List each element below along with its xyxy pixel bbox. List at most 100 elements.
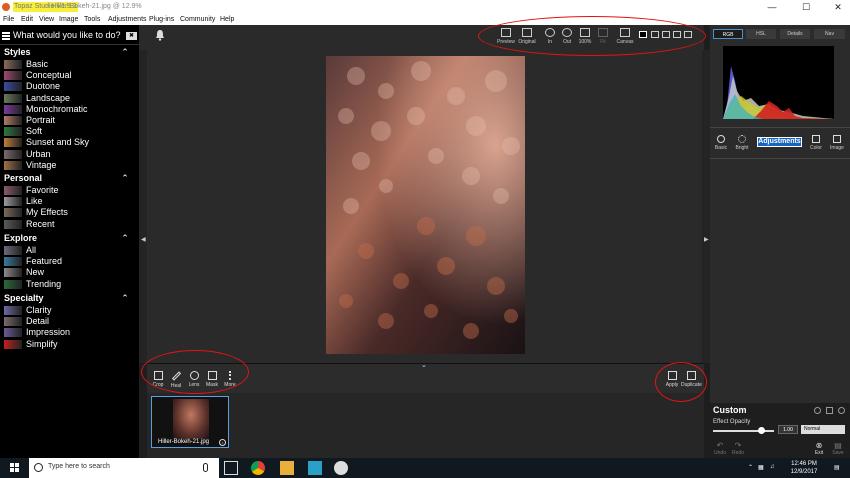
basic-tool-label: Basic — [714, 145, 728, 151]
notifications-icon[interactable]: ▤ — [834, 464, 840, 471]
file-explorer-icon[interactable] — [280, 461, 294, 475]
close-thumbnail-icon[interactable]: × — [219, 439, 226, 446]
sidebar-item-simplify[interactable]: Simplify — [4, 339, 134, 350]
sidebar-item-duotone[interactable]: Duotone — [4, 81, 134, 92]
menu-view[interactable]: View — [39, 14, 54, 25]
effect-thumbnail — [4, 93, 22, 103]
sidebar-item-soft[interactable]: Soft — [4, 126, 134, 137]
collapse-chevron-icon[interactable]: ⌃ — [120, 233, 130, 244]
effect-thumbnail — [4, 160, 22, 170]
chrome-icon[interactable] — [251, 461, 265, 475]
collapse-chevron-icon[interactable]: ⌃ — [120, 173, 130, 184]
sidebar-item-landscape[interactable]: Landscape — [4, 93, 134, 104]
sidebar-item-recent[interactable]: Recent — [4, 219, 134, 230]
effect-thumbnail — [4, 279, 22, 289]
effect-thumbnail — [4, 339, 22, 349]
sidebar-item-favorite[interactable]: Favorite — [4, 185, 134, 196]
opacity-value-field[interactable]: 1.00 — [778, 425, 798, 434]
redo-button[interactable]: ↷ Redo — [731, 441, 745, 456]
color-tool-button[interactable]: Color — [809, 135, 823, 155]
tab-rgb[interactable]: RGB — [713, 29, 743, 39]
sidebar-item-featured[interactable]: Featured — [4, 256, 134, 267]
minimize-button[interactable]: — — [762, 0, 782, 14]
taskbar-search-placeholder[interactable]: Type here to search — [48, 463, 110, 470]
filters-sidebar: What would you like to do? ✖ Styles ⌃ Basi… — [0, 25, 139, 458]
menu-plugins[interactable]: Plug-ins — [149, 14, 174, 25]
topaz-taskbar-icon[interactable] — [334, 461, 348, 475]
sidebar-item-new[interactable]: New — [4, 267, 134, 278]
menu-image[interactable]: Image — [59, 14, 78, 25]
taskbar-search-box[interactable]: Type here to search — [29, 458, 219, 478]
sidebar-item-urban[interactable]: Urban — [4, 149, 134, 160]
task-view-icon[interactable] — [224, 461, 238, 475]
save-button[interactable]: ▤ Save — [831, 441, 845, 456]
menu-tools[interactable]: Tools — [84, 14, 100, 25]
chevron-down-icon[interactable]: ⌄ — [421, 361, 427, 369]
sidebar-item-like[interactable]: Like — [4, 196, 134, 207]
image-tool-button[interactable]: Image — [829, 135, 845, 155]
adjustments-tool-button[interactable]: Adjustments — [757, 137, 802, 147]
search-icon[interactable] — [814, 407, 821, 414]
menu-community[interactable]: Community — [180, 14, 215, 25]
histogram-plot — [723, 66, 834, 119]
sidebar-item-detail[interactable]: Detail — [4, 316, 134, 327]
film-thumbnail[interactable]: Hiller-Bokeh-21.jpg × — [151, 396, 229, 448]
volume-icon[interactable]: ♫ — [770, 464, 775, 470]
sidebar-item-conceptual[interactable]: Conceptual — [4, 70, 134, 81]
sidebar-item-basic[interactable]: Basic — [4, 59, 134, 70]
bright-tool-button[interactable]: Bright — [735, 135, 749, 155]
tray-expand-icon[interactable]: ⌃ — [748, 464, 753, 471]
search-bar[interactable]: What would you like to do? ✖ — [0, 27, 139, 45]
menu-file[interactable]: File — [3, 14, 14, 25]
close-button[interactable]: ✕ — [828, 0, 848, 14]
bell-icon[interactable] — [155, 29, 165, 41]
sidebar-item-label: My Effects — [26, 207, 68, 218]
save-label: Save — [832, 450, 844, 456]
right-panel-toggle[interactable]: ▶ — [702, 50, 710, 363]
histogram-tabs: RGB HSL Details Nav — [710, 29, 850, 39]
left-panel-toggle[interactable]: ◀ — [139, 50, 147, 363]
sun-icon — [738, 135, 746, 143]
sidebar-item-portrait[interactable]: Portrait — [4, 115, 134, 126]
collapse-chevron-icon[interactable]: ⌃ — [120, 293, 130, 304]
store-icon[interactable] — [308, 461, 322, 475]
reset-icon[interactable] — [838, 407, 845, 414]
effect-thumbnail — [4, 257, 22, 267]
menu-help[interactable]: Help — [220, 14, 234, 25]
menu-edit[interactable]: Edit — [21, 14, 33, 25]
sidebar-item-impression[interactable]: Impression — [4, 327, 134, 338]
blend-mode-select[interactable]: Normal — [801, 425, 845, 434]
sidebar-item-my-effects[interactable]: My Effects — [4, 207, 134, 218]
exit-button[interactable]: ⊗ Exit — [812, 441, 826, 456]
sidebar-item-vintage[interactable]: Vintage — [4, 160, 134, 171]
basic-tool-button[interactable]: Basic — [714, 135, 728, 155]
search-placeholder[interactable]: What would you like to do? — [13, 30, 121, 40]
sidebar-item-trending[interactable]: Trending — [4, 279, 134, 290]
taskbar-clock[interactable]: 12:46 PM 12/9/2017 — [782, 460, 826, 476]
basic-tool-icon — [717, 135, 725, 143]
tab-nav[interactable]: Nav — [814, 29, 845, 39]
network-icon[interactable]: ▦ — [758, 464, 764, 471]
microphone-icon[interactable] — [203, 463, 208, 472]
list-icon[interactable] — [826, 407, 833, 414]
hamburger-icon[interactable] — [2, 32, 10, 40]
sidebar-item-label: Like — [26, 196, 43, 207]
tab-hsl[interactable]: HSL — [746, 29, 776, 39]
windows-start-icon[interactable] — [10, 463, 20, 473]
menu-adjustments[interactable]: Adjustments — [108, 14, 147, 25]
sidebar-item-clarity[interactable]: Clarity — [4, 305, 134, 316]
sidebar-item-label: All — [26, 245, 37, 255]
tab-details[interactable]: Details — [780, 29, 810, 39]
sidebar-item-all[interactable]: All — [4, 245, 134, 256]
maximize-button[interactable]: ☐ — [796, 0, 816, 14]
sidebar-item-monochromatic[interactable]: Monochromatic — [4, 104, 134, 115]
bokeh-photo[interactable] — [326, 56, 525, 354]
collapse-chevron-icon[interactable]: ⌃ — [120, 47, 130, 58]
bright-tool-label: Bright — [735, 145, 749, 151]
opacity-slider-handle[interactable] — [758, 427, 765, 434]
effect-thumbnail — [4, 116, 22, 125]
sidebar-item-label: Simplify — [26, 338, 58, 349]
undo-button[interactable]: ↶ Undo — [713, 441, 727, 456]
sidebar-item-sunset-and-sky[interactable]: Sunset and Sky — [4, 137, 134, 148]
clear-search-icon[interactable]: ✖ — [126, 32, 137, 40]
